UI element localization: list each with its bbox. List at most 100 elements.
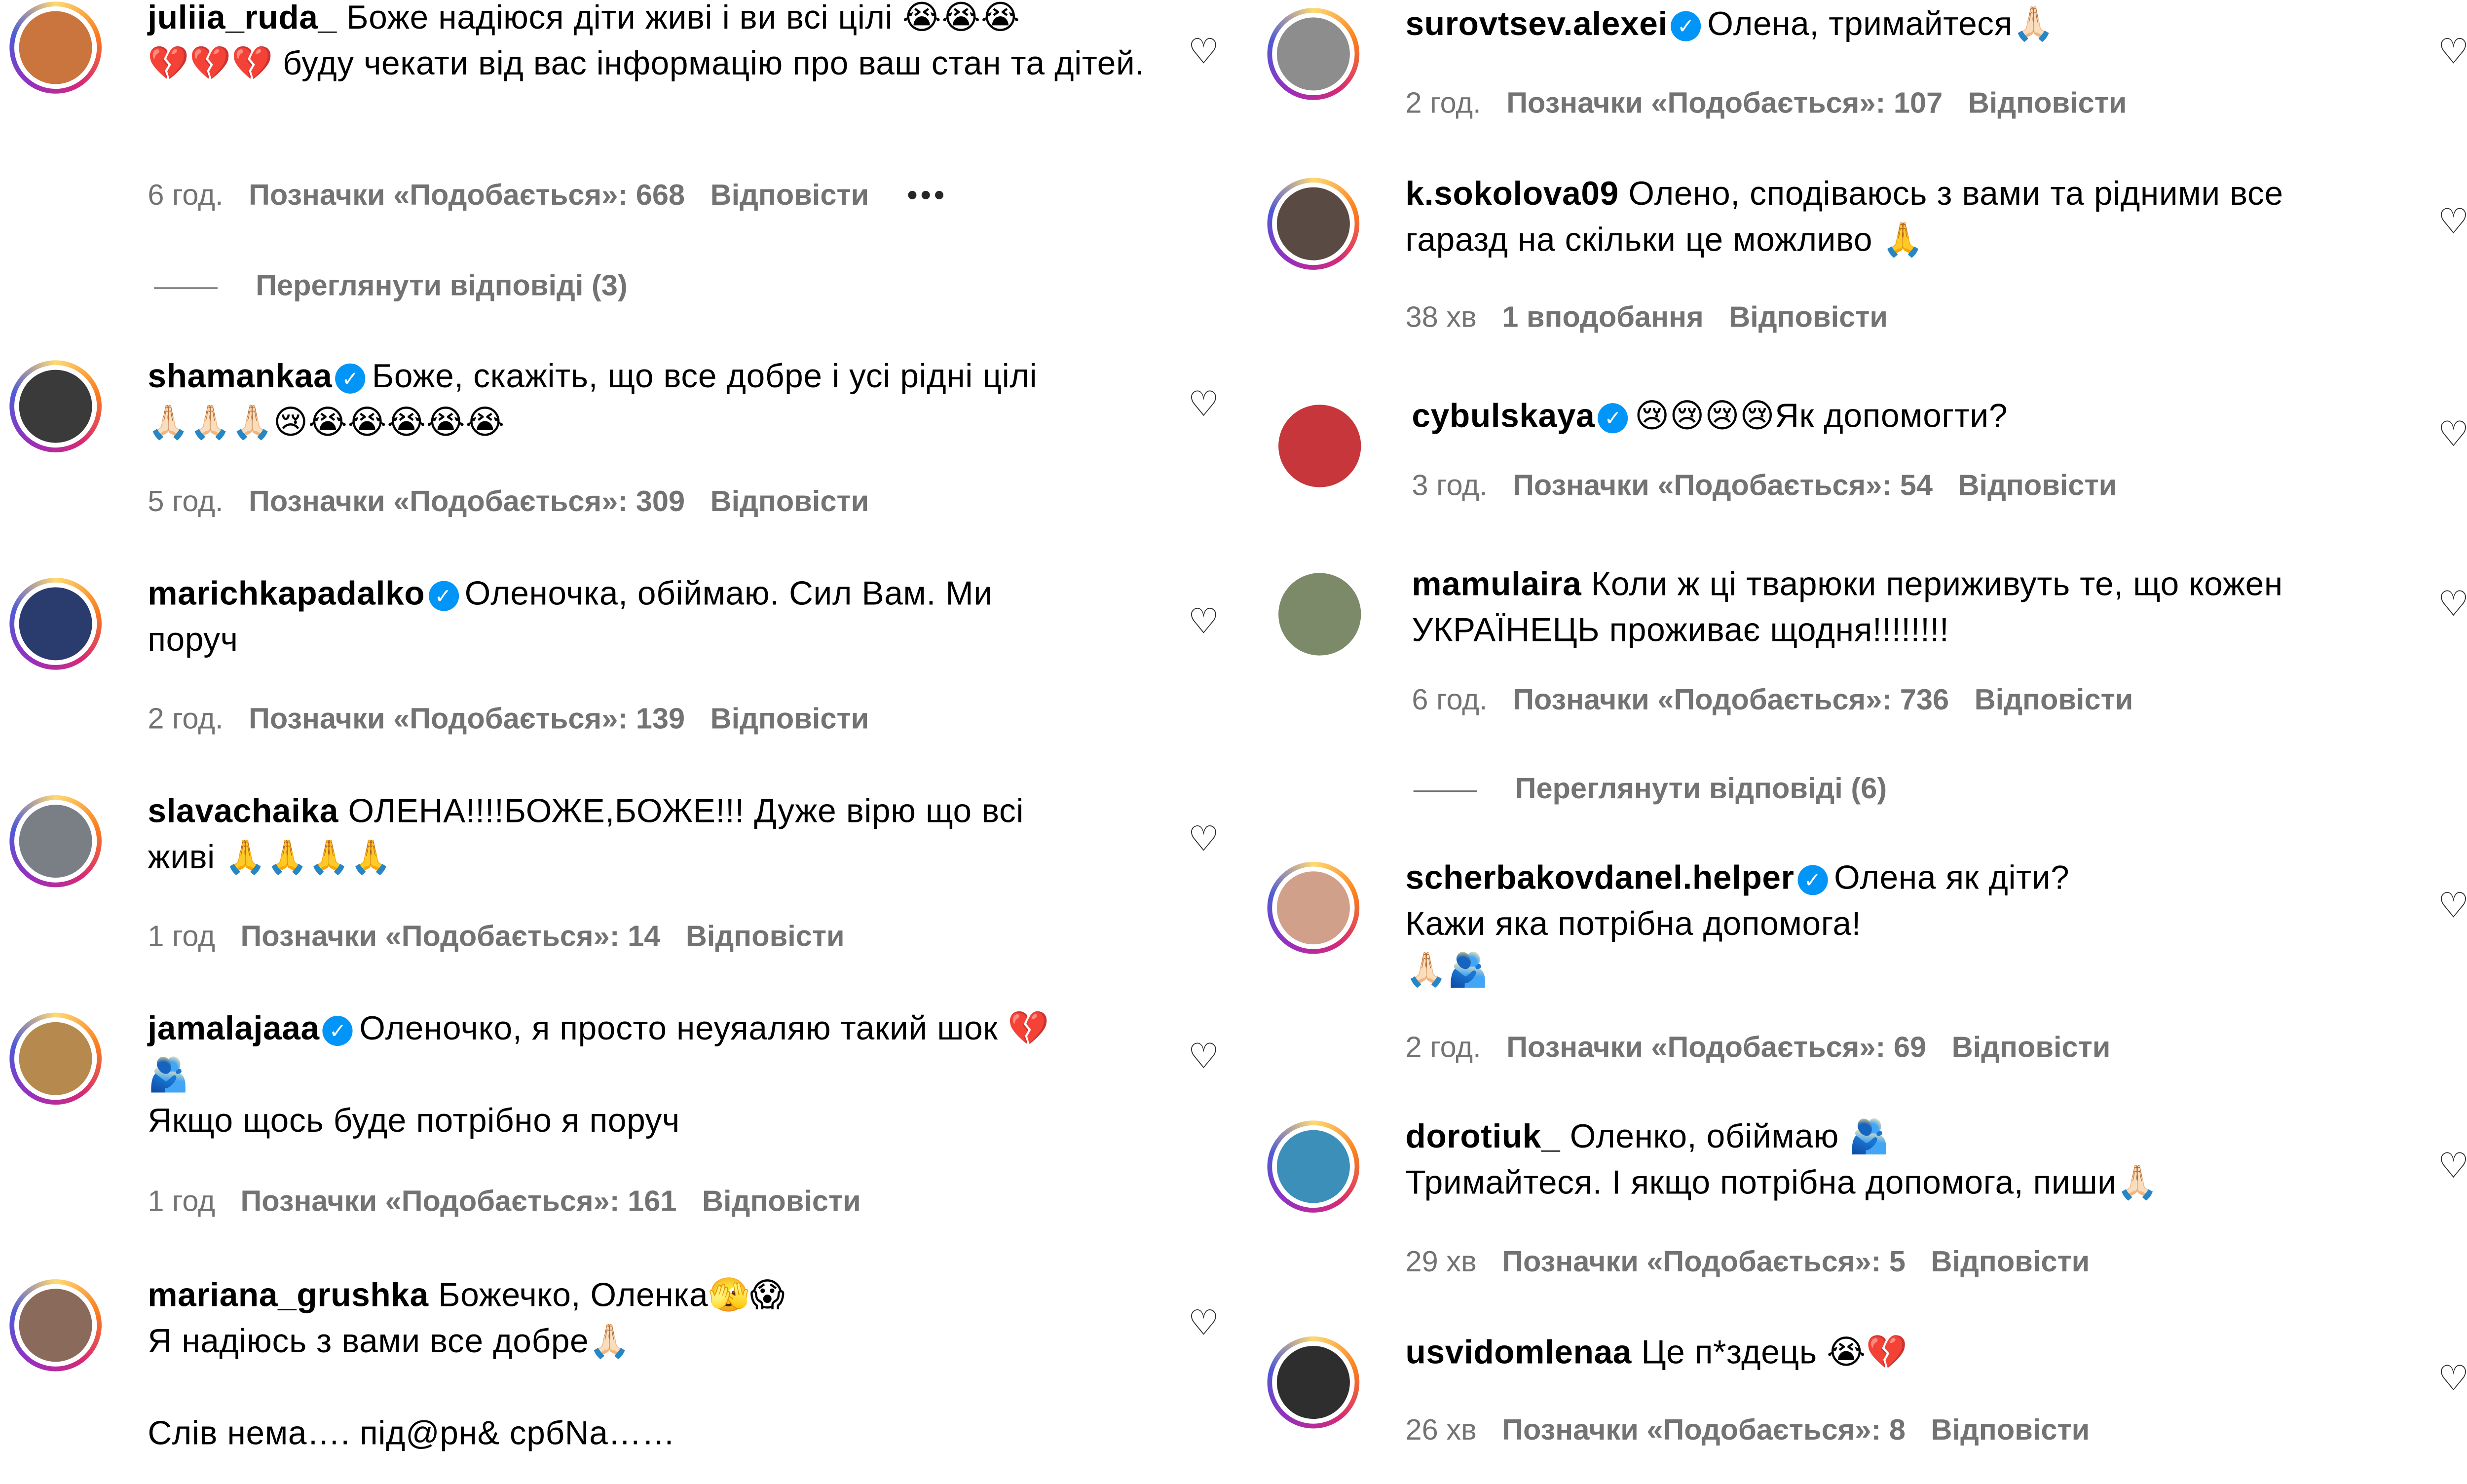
- heart-icon[interactable]: ♡: [1188, 604, 1220, 640]
- username-link[interactable]: juliia_ruda_: [148, 0, 336, 37]
- username-link[interactable]: cybulskaya: [1412, 398, 1595, 435]
- likes-count-button[interactable]: Позначки «Подобається»: 736: [1513, 682, 1949, 716]
- comment-text: Олена, тримайтеся🙏🏻: [1707, 6, 2055, 43]
- verified-badge-icon: ✓: [335, 363, 366, 394]
- more-options-icon[interactable]: •••: [907, 178, 948, 211]
- comment-time: 6 год.: [148, 178, 224, 211]
- avatar[interactable]: [1278, 573, 1361, 656]
- likes-count-button[interactable]: Позначки «Подобається»: 8: [1502, 1412, 1906, 1446]
- username-link[interactable]: usvidomlenaa: [1406, 1335, 1632, 1372]
- likes-count-button[interactable]: Позначки «Подобається»: 5: [1502, 1244, 1906, 1278]
- likes-count-button[interactable]: Позначки «Подобається»: 161: [240, 1184, 676, 1218]
- reply-button[interactable]: Відповісти: [1952, 1030, 2111, 1064]
- username-link[interactable]: shamankaa: [148, 359, 332, 395]
- heart-icon[interactable]: ♡: [1188, 34, 1220, 70]
- verified-badge-icon: ✓: [1797, 865, 1828, 895]
- likes-count-button[interactable]: Позначки «Подобається»: 69: [1506, 1030, 1926, 1064]
- comment-body: shamankaa ✓ Боже, скажіть, що все добре і …: [148, 354, 1180, 446]
- username-link[interactable]: slavachaika: [148, 794, 338, 830]
- avatar-image: [1276, 187, 1350, 260]
- avatar-image: [19, 1289, 92, 1362]
- comment-time: 6 год.: [1412, 682, 1488, 716]
- avatar-image: [19, 587, 92, 661]
- likes-count-button[interactable]: 1 вподобання: [1502, 300, 1704, 334]
- divider-line: [154, 287, 218, 289]
- avatar[interactable]: [1278, 405, 1361, 487]
- reply-button[interactable]: Відповісти: [1729, 300, 1888, 334]
- reply-button[interactable]: Відповісти: [1968, 86, 2127, 119]
- avatar[interactable]: [9, 795, 102, 888]
- avatar[interactable]: [9, 360, 102, 452]
- heart-icon[interactable]: ♡: [2438, 888, 2467, 924]
- comment-time: 2 год.: [148, 701, 224, 735]
- reply-button[interactable]: Відповісти: [710, 484, 869, 518]
- likes-count-button[interactable]: Позначки «Подобається»: 309: [249, 484, 685, 518]
- comment-time: 2 год.: [1405, 85, 1481, 119]
- heart-icon[interactable]: ♡: [2438, 1149, 2467, 1184]
- comment-body: cybulskaya ✓ 😢😢😢😢Як допомогти?: [1412, 394, 2444, 440]
- reply-button[interactable]: Відповісти: [1975, 682, 2133, 716]
- comment-time: 1 год: [148, 919, 215, 953]
- comments-screenshot: juliia_ruda_ Боже надіюся діти живі і ви…: [0, 0, 2467, 1484]
- view-replies-button[interactable]: Переглянути відповіді (3): [154, 268, 628, 303]
- comment-body: dorotiuk_ Оленко, обіймаю 🫂 Тримайтеся. …: [1406, 1114, 2438, 1206]
- avatar-image: [1276, 871, 1350, 945]
- divider-line: [1413, 789, 1477, 792]
- verified-badge-icon: ✓: [1598, 403, 1628, 434]
- reply-button[interactable]: Відповісти: [686, 919, 845, 953]
- comment-body: mamulaira Коли ж ці тварюки периживуть т…: [1412, 562, 2444, 654]
- view-replies-label: Переглянути відповіді (3): [256, 268, 628, 302]
- comment-meta: 6 год. Позначки «Подобається»: 668 Відпові…: [148, 178, 973, 213]
- username-link[interactable]: marichkapadalko: [148, 576, 425, 613]
- username-link[interactable]: k.sokolova09: [1406, 176, 1619, 213]
- likes-count-button[interactable]: Позначки «Подобається»: 668: [249, 178, 685, 211]
- avatar[interactable]: [1267, 178, 1360, 270]
- avatar[interactable]: [1267, 1120, 1360, 1213]
- heart-icon[interactable]: ♡: [2438, 587, 2467, 622]
- username-link[interactable]: mamulaira: [1412, 567, 1581, 603]
- username-link[interactable]: dorotiuk_: [1406, 1119, 1561, 1155]
- heart-icon[interactable]: ♡: [1188, 1039, 1220, 1075]
- comment-time: 5 год.: [148, 484, 224, 518]
- comment-meta: 1 год Позначки «Подобається»: 14 Відповіст…: [148, 919, 870, 954]
- likes-count-button[interactable]: Позначки «Подобається»: 139: [249, 702, 685, 735]
- heart-icon[interactable]: ♡: [2438, 1361, 2467, 1397]
- username-link[interactable]: scherbakovdanel.helper: [1406, 860, 1794, 897]
- avatar[interactable]: [9, 1, 102, 94]
- heart-icon[interactable]: ♡: [2438, 204, 2467, 240]
- avatar-image: [19, 11, 92, 84]
- reply-button[interactable]: Відповісти: [1958, 468, 2117, 502]
- avatar[interactable]: [1267, 1336, 1360, 1429]
- likes-count-button[interactable]: Позначки «Подобається»: 54: [1513, 468, 1933, 502]
- comment-meta: 1 год Позначки «Подобається»: 161 Відповіс…: [148, 1184, 886, 1219]
- reply-button[interactable]: Відповісти: [710, 702, 869, 735]
- heart-icon[interactable]: ♡: [2438, 34, 2467, 70]
- reply-button[interactable]: Відповісти: [710, 178, 869, 211]
- username-link[interactable]: mariana_grushka: [148, 1278, 428, 1314]
- heart-icon[interactable]: ♡: [2438, 416, 2467, 452]
- reply-button[interactable]: Відповісти: [1931, 1412, 2090, 1446]
- likes-count-button[interactable]: Позначки «Подобається»: 107: [1506, 86, 1943, 119]
- heart-icon[interactable]: ♡: [1188, 821, 1220, 857]
- avatar-image: [1276, 1130, 1350, 1203]
- comment-body: mariana_grushka Божечко, Оленка🫣😱 Я наді…: [148, 1273, 1180, 1457]
- avatar[interactable]: [9, 578, 102, 670]
- username-link[interactable]: jamalajaaa: [148, 1011, 319, 1047]
- view-replies-button[interactable]: Переглянути відповіді (6): [1413, 772, 1887, 807]
- avatar-image: [1278, 573, 1361, 656]
- avatar[interactable]: [1267, 861, 1360, 954]
- comment-meta: 29 хв Позначки «Подобається»: 5 Відповісти: [1406, 1244, 2115, 1279]
- avatar-image: [1276, 1346, 1350, 1419]
- avatar[interactable]: [9, 1012, 102, 1105]
- likes-count-button[interactable]: Позначки «Подобається»: 14: [240, 919, 660, 953]
- heart-icon[interactable]: ♡: [1188, 1305, 1220, 1341]
- comment-body: usvidomlenaa Це п*здець 😭💔: [1406, 1330, 2438, 1376]
- reply-button[interactable]: Відповісти: [702, 1184, 861, 1218]
- comment-meta: 26 хв Позначки «Подобається»: 8 Відповісти: [1406, 1412, 2115, 1447]
- avatar[interactable]: [1267, 8, 1360, 100]
- comment-text: 😢😢😢😢Як допомогти?: [1634, 398, 2008, 435]
- avatar[interactable]: [9, 1279, 102, 1372]
- username-link[interactable]: surovtsev.alexei: [1406, 6, 1668, 43]
- reply-button[interactable]: Відповісти: [1931, 1244, 2090, 1278]
- heart-icon[interactable]: ♡: [1188, 386, 1220, 422]
